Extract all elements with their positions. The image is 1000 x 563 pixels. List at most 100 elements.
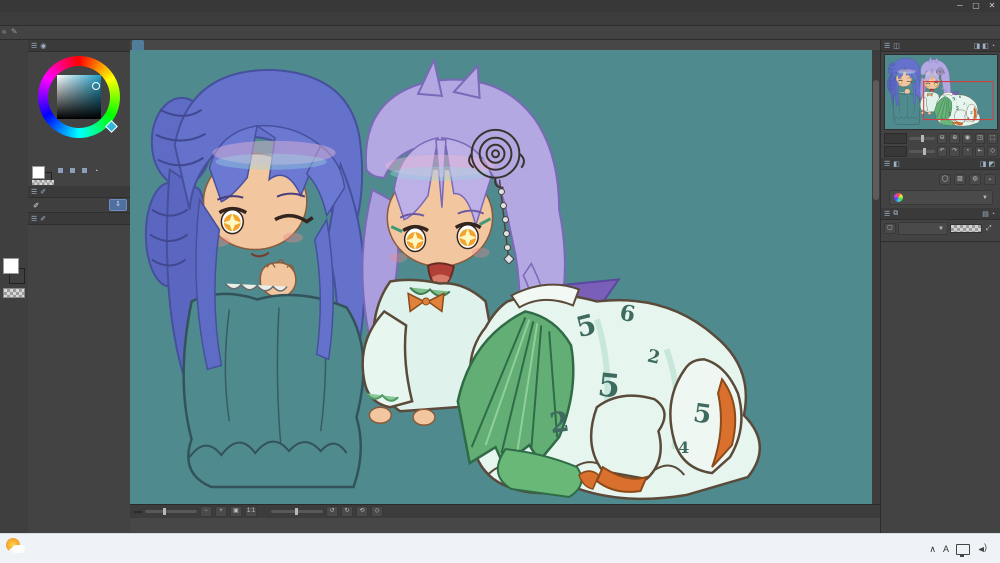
weather-icon bbox=[6, 537, 26, 557]
navigator-icon: ◫ bbox=[893, 42, 900, 50]
opacity-expand-icon[interactable]: ⤢ bbox=[986, 225, 992, 233]
ime-indicator[interactable]: A bbox=[943, 544, 949, 554]
tab-color-blend[interactable]: ✐ bbox=[28, 201, 44, 210]
canvas-rotate-slider[interactable] bbox=[271, 508, 323, 515]
rotate-left-icon[interactable]: ↺ bbox=[326, 506, 338, 517]
blend-mode-dropdown[interactable]: ▼ bbox=[898, 222, 948, 235]
clip-studio-paint-window: ─ ▢ ✕ « ✎ ☰ ◉ ◔ ☰ ✐ ✐ ⇩ ☰ ✐ 5 6 5 2 2 5 … bbox=[0, 0, 1000, 563]
nav-rotate-left-icon[interactable]: ↶ bbox=[936, 146, 948, 157]
layer-tab-icons[interactable]: ▤ ◔ bbox=[982, 210, 995, 218]
blend-mode-row: ▢ ▼ ⤢ bbox=[881, 220, 1000, 237]
border-effect-icon[interactable]: ◯ bbox=[939, 174, 951, 185]
nav-fit-icon[interactable]: ◳ bbox=[974, 133, 986, 144]
tone-effect-icon[interactable]: ▨ bbox=[954, 174, 966, 185]
color-set-icon[interactable]: ◔ bbox=[94, 168, 98, 175]
navigator-zoom-slider[interactable] bbox=[908, 135, 935, 142]
layer-panel-header[interactable]: ☰ ⧉ ▤ ◔ bbox=[881, 208, 1000, 220]
navigator-rotation-value[interactable] bbox=[884, 146, 907, 157]
display-icon[interactable] bbox=[956, 543, 970, 557]
chevron-down-icon: ▼ bbox=[982, 194, 988, 201]
layer-color-effect-icon[interactable]: ◍ bbox=[969, 174, 981, 185]
brush-group-icon: ✐ bbox=[33, 200, 40, 210]
main-color-swatch[interactable] bbox=[3, 258, 19, 274]
nav-flip-icon[interactable]: ⇤ bbox=[974, 146, 986, 157]
opacity-slider[interactable] bbox=[950, 224, 982, 233]
nav-rotate-right-icon[interactable]: ↷ bbox=[949, 146, 961, 157]
canvas-zoom-value bbox=[134, 510, 142, 513]
subtool-tabs: ✐ ⇩ bbox=[28, 198, 130, 213]
svg-text:4: 4 bbox=[678, 438, 689, 457]
layer-property-tab-icons[interactable]: ◨ ◩ bbox=[980, 160, 995, 168]
nav-zoom-100-icon[interactable]: ◉ bbox=[962, 133, 973, 144]
subtool-icon: ✐ bbox=[40, 188, 47, 196]
speaker-icon[interactable] bbox=[977, 542, 989, 554]
transparent-color-swatch[interactable] bbox=[3, 288, 25, 298]
command-bar bbox=[0, 26, 1000, 40]
reset-rotation-icon[interactable]: ⟲ bbox=[356, 506, 368, 517]
color-values-row: ◔ bbox=[28, 164, 130, 186]
hue-value bbox=[58, 168, 65, 175]
maximize-button[interactable]: ▢ bbox=[968, 0, 984, 12]
navigator-tab-icons[interactable]: ◨ ◧ ◔ bbox=[974, 42, 995, 50]
rotate-right-icon[interactable]: ↻ bbox=[341, 506, 353, 517]
navigator-thumbnail[interactable] bbox=[884, 54, 998, 130]
navigator-rotate-row: ↶ ↷ ◔ ⇤ ◇ bbox=[881, 145, 1000, 158]
layer-property-icon: ◧ bbox=[893, 160, 900, 168]
minimize-button[interactable]: ─ bbox=[952, 0, 968, 12]
nav-reset-rotation-icon[interactable]: ◔ bbox=[962, 146, 973, 157]
windows-taskbar: ∧ A bbox=[0, 533, 1000, 563]
layer-property-header[interactable]: ☰ ◧ ◨ ◩ bbox=[881, 158, 1000, 170]
layer-panel-icon: ⧉ bbox=[893, 209, 899, 217]
zoom-100-icon[interactable]: 1:1 bbox=[245, 506, 257, 517]
expression-color-label bbox=[881, 186, 1000, 189]
nav-zoom-out-icon[interactable]: ⊖ bbox=[936, 133, 948, 144]
nav-mirror-icon[interactable]: ◇ bbox=[987, 146, 998, 157]
color-wheel-header[interactable]: ☰ ◉ bbox=[28, 40, 130, 52]
menu-bar bbox=[0, 12, 1000, 26]
layer-kind-icon[interactable]: ▢ bbox=[884, 223, 896, 234]
panel-menu-icon[interactable]: ☰ bbox=[884, 42, 890, 50]
brush-size-grid bbox=[28, 225, 130, 227]
download-button[interactable]: ⇩ bbox=[109, 199, 127, 211]
panel-menu-icon[interactable]: ☰ bbox=[31, 215, 37, 223]
tool-palette bbox=[0, 40, 29, 533]
color-wheel-icon: ◉ bbox=[40, 42, 47, 50]
zoom-in-icon[interactable]: + bbox=[215, 506, 227, 517]
panel-menu-icon[interactable]: ☰ bbox=[884, 160, 890, 168]
close-button[interactable]: ✕ bbox=[984, 0, 1000, 12]
navigator-rotate-slider[interactable] bbox=[908, 148, 935, 155]
color-wheel[interactable] bbox=[28, 52, 130, 164]
transparent-chip[interactable] bbox=[32, 180, 54, 185]
panel-menu-icon[interactable]: ☰ bbox=[884, 210, 890, 218]
subtool-panel-header[interactable]: ☰ ✐ bbox=[28, 186, 130, 198]
canvas-tab[interactable] bbox=[132, 40, 144, 50]
expression-color-dropdown[interactable]: ▼ bbox=[889, 190, 993, 205]
nav-zoom-in-icon[interactable]: ⊕ bbox=[949, 133, 961, 144]
navigator-header[interactable]: ☰ ◫ ◨ ◧ ◔ bbox=[881, 40, 1000, 52]
brush-size-panel-header[interactable]: ☰ ✐ bbox=[28, 213, 130, 225]
navigator-zoom-value[interactable] bbox=[884, 133, 907, 144]
canvas-viewport[interactable]: 5 6 5 2 2 5 4 5 4 bbox=[130, 50, 872, 504]
canvas-vertical-scrollbar[interactable] bbox=[872, 50, 880, 504]
canvas-area: 5 6 5 2 2 5 4 5 4 bbox=[130, 40, 880, 533]
left-panel-column: ☰ ◉ ◔ ☰ ✐ ✐ ⇩ ☰ ✐ bbox=[28, 40, 131, 533]
effect-icons: ◯ ▨ ◍ ⌄ bbox=[881, 173, 1000, 186]
canvas-zoom-slider[interactable] bbox=[145, 508, 197, 515]
tray-chevron-up-icon[interactable]: ∧ bbox=[929, 544, 936, 555]
zoom-out-icon[interactable]: − bbox=[200, 506, 212, 517]
sv-cursor[interactable] bbox=[92, 82, 100, 90]
value-value bbox=[82, 168, 89, 175]
weather-widget[interactable] bbox=[6, 537, 31, 557]
title-bar: ─ ▢ ✕ bbox=[0, 0, 1000, 12]
panel-menu-icon[interactable]: ☰ bbox=[31, 42, 37, 50]
panel-collapse-icon[interactable]: « ✎ bbox=[2, 27, 18, 36]
effect-expand-icon[interactable]: ⌄ bbox=[984, 174, 996, 185]
system-tray: ∧ A bbox=[929, 537, 996, 561]
flip-horizontal-icon[interactable]: ◇ bbox=[371, 506, 383, 517]
panel-menu-icon[interactable]: ☰ bbox=[31, 188, 37, 196]
nav-full-icon[interactable]: ⬚ bbox=[987, 133, 998, 144]
canvas-artwork[interactable]: 5 6 5 2 2 5 4 5 4 bbox=[130, 50, 872, 504]
zoom-fit-icon[interactable]: ▣ bbox=[230, 506, 242, 517]
main-color-chip[interactable] bbox=[32, 166, 45, 179]
canvas-status-bar: − + ▣ 1:1 ↺ ↻ ⟲ ◇ bbox=[130, 504, 880, 518]
